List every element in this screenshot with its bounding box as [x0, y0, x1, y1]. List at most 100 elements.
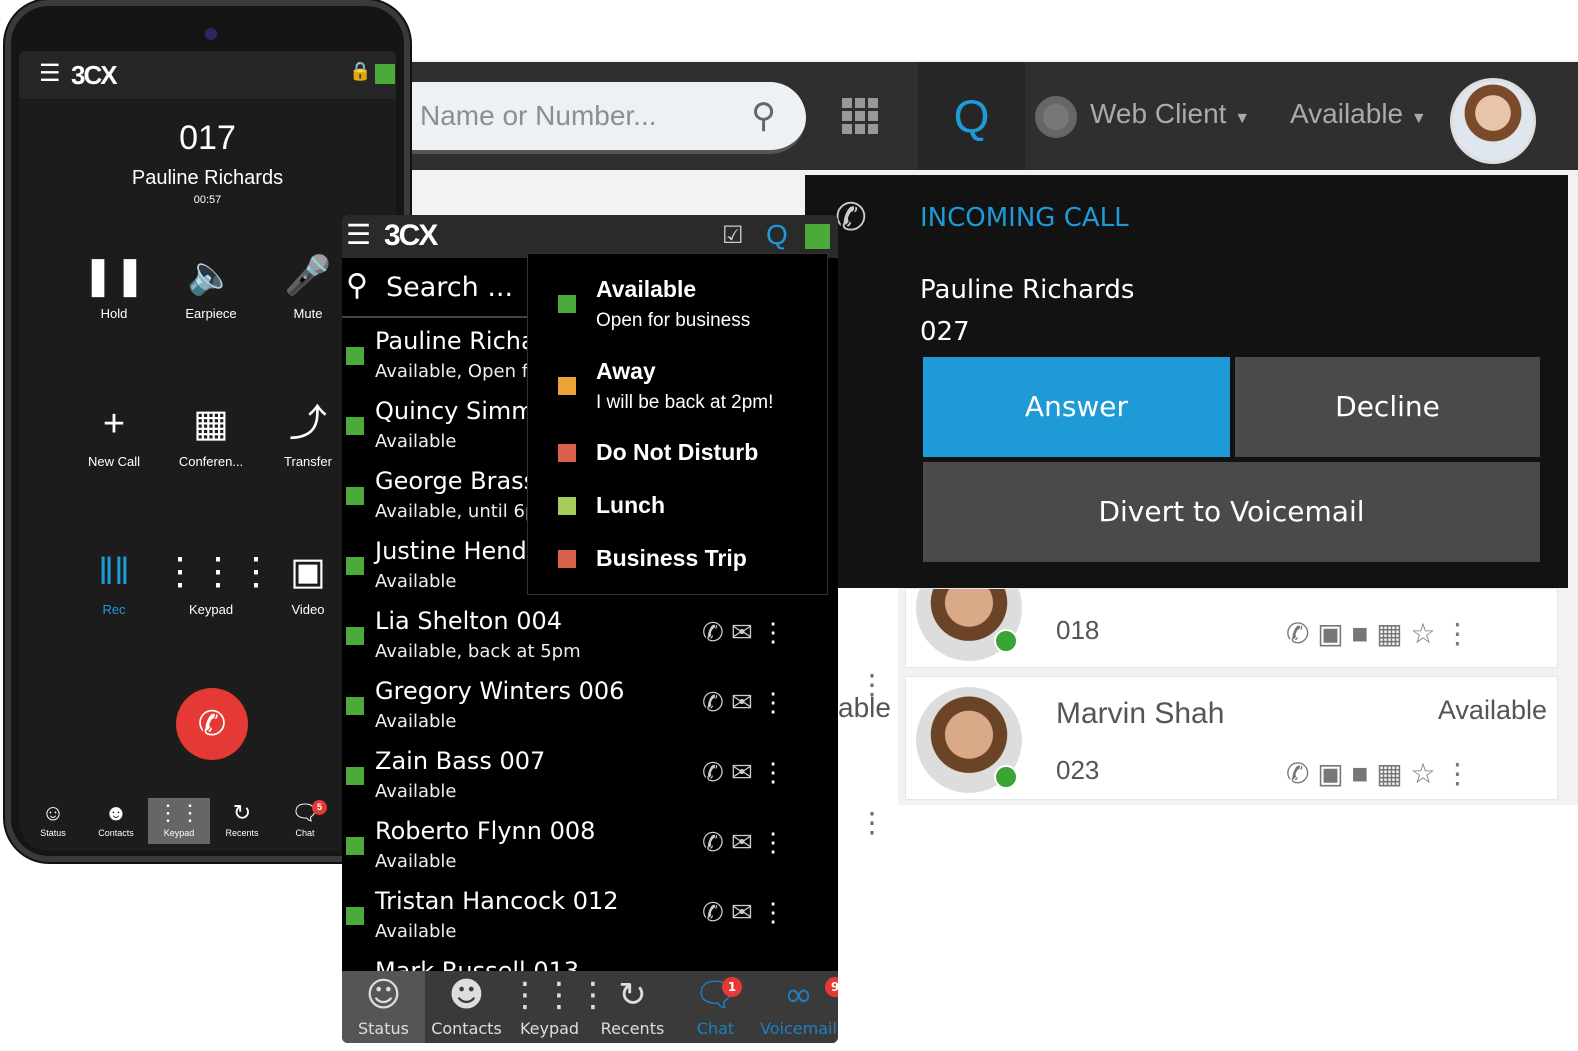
- contact-actions[interactable]: ✆ ▣ ■ ▦ ☆ ⋮: [1286, 617, 1471, 650]
- contact-row[interactable]: Lia Shelton 004 Available, back at 5pm ✆ ✉…: [342, 607, 838, 677]
- contact-status: Available: [375, 571, 457, 592]
- status-option-do-not-disturb[interactable]: Do Not Disturb: [528, 431, 828, 481]
- conference-icon: ▦: [193, 403, 229, 445]
- record-icon: ‖‖: [98, 551, 130, 593]
- status-color-swatch: [558, 377, 576, 395]
- incoming-call-title: INCOMING CALL: [920, 203, 1129, 233]
- contacts-icon: ☻: [448, 975, 485, 1015]
- presence-indicator: [346, 837, 364, 855]
- contact-row[interactable]: Gregory Winters 006 Available ✆ ✉ ⋮: [342, 677, 838, 747]
- status-color-swatch: [558, 550, 576, 568]
- chevron-down-icon: ▼: [1234, 110, 1251, 127]
- device-call-icon[interactable]: ☑: [722, 221, 744, 250]
- camera-icon: [205, 28, 217, 40]
- menu-icon[interactable]: ☰: [39, 59, 61, 88]
- hang-up-button[interactable]: ✆: [176, 688, 248, 760]
- nav-keypad[interactable]: ⋮⋮⋮ Keypad: [508, 971, 610, 1043]
- nav-contacts[interactable]: ☻ Contacts: [85, 798, 147, 844]
- search-icon[interactable]: ⚲: [751, 82, 776, 150]
- status-color-swatch: [558, 295, 576, 313]
- search-icon: ⚲: [346, 269, 368, 302]
- contact-card[interactable]: 018 ✆ ▣ ■ ▦ ☆ ⋮: [905, 588, 1558, 668]
- contact-actions[interactable]: ✆ ▣ ■ ▦ ☆ ⋮: [1286, 757, 1471, 790]
- decline-button[interactable]: Decline: [1235, 357, 1540, 457]
- contact-status: Available, until 6p: [375, 501, 537, 522]
- voicemail-icon: ∞: [784, 975, 813, 1015]
- presence-indicator: [346, 697, 364, 715]
- status-option-away[interactable]: Away I will be back at 2pm!: [528, 350, 828, 428]
- pause-icon: ❚❚: [82, 255, 146, 297]
- rec-button[interactable]: ‖‖ Rec: [64, 542, 164, 617]
- presence-indicator: [346, 417, 364, 435]
- contact-name: Pauline Richa: [375, 327, 536, 355]
- nav-voicemail[interactable]: ∞ Voicemail 9: [757, 971, 838, 1043]
- queue-button[interactable]: Q: [918, 62, 1025, 170]
- chrome-icon: [1035, 96, 1077, 138]
- star-icon: ☆: [1410, 618, 1436, 649]
- contacts-icon: ☻: [104, 800, 128, 825]
- keypad-icon: ⋮⋮: [157, 800, 201, 825]
- action-label: Keypad: [188, 602, 234, 617]
- search-input[interactable]: ⚲ Search ...: [342, 258, 527, 318]
- client-selector[interactable]: Web Client ▼: [1090, 98, 1250, 130]
- nav-contacts[interactable]: ☻ Contacts: [425, 971, 508, 1043]
- contact-name: Tristan Hancock 012: [375, 887, 619, 915]
- contact-row[interactable]: Zain Bass 007 Available ✆ ✉ ⋮: [342, 747, 838, 817]
- nav-chat[interactable]: 🗨 Chat 1: [674, 971, 757, 1043]
- call-name: Pauline Richards: [131, 167, 284, 189]
- status-option-business-trip[interactable]: Business Trip: [528, 537, 828, 587]
- contact-status: Available, Open fo: [375, 361, 540, 382]
- recents-icon: ↻: [232, 800, 252, 825]
- nav-recents[interactable]: ↻ Recents: [211, 798, 273, 844]
- incoming-call-panel: ✆ INCOMING CALL Pauline Richards 027 Ans…: [805, 175, 1568, 588]
- status-selector[interactable]: Available ▼: [1290, 98, 1427, 130]
- chat-icon: ■: [1351, 618, 1369, 649]
- contact-row[interactable]: Roberto Flynn 008 Available ✆ ✉ ⋮: [342, 817, 838, 887]
- presence-dot: [994, 629, 1018, 653]
- conferen--button[interactable]: ▦ Conferen...: [161, 394, 261, 469]
- search-placeholder: Name or Number...: [420, 100, 657, 131]
- action-label: Rec: [102, 602, 126, 617]
- user-avatar[interactable]: [1450, 78, 1536, 164]
- presence-indicator: [346, 767, 364, 785]
- more-icon: ⋮: [1443, 618, 1472, 649]
- search-input[interactable]: Name or Number... ⚲: [410, 82, 806, 154]
- action-label: Transfer: [284, 454, 332, 469]
- contact-row[interactable]: Tristan Hancock 012 Available ✆ ✉ ⋮: [342, 887, 838, 957]
- caller-name: Pauline Richards: [920, 275, 1135, 305]
- notification-badge: 1: [722, 977, 742, 997]
- earpiece-button[interactable]: 🔈 Earpiece: [161, 246, 261, 321]
- phone-app-bar: ☰ 3CX 🔒: [19, 51, 396, 99]
- nav-keypad[interactable]: ⋮⋮ Keypad: [148, 798, 210, 844]
- contact-status: Available: [1437, 695, 1547, 725]
- status-label: Available: [596, 276, 697, 302]
- keypad-button[interactable]: ⋮⋮⋮ Keypad: [161, 542, 275, 617]
- nav-status[interactable]: ☺ Status: [342, 971, 425, 1043]
- nav-recents[interactable]: ↻ Recents: [591, 971, 674, 1043]
- call-icon: ✆: [1286, 758, 1310, 789]
- status-option-lunch[interactable]: Lunch: [528, 484, 828, 534]
- presence-indicator[interactable]: [375, 64, 395, 84]
- presence-indicator: [346, 487, 364, 505]
- contact-card[interactable]: Marvin Shah 023 Available ✆ ▣ ■ ▦ ☆ ⋮: [905, 676, 1558, 800]
- contact-name: George Brassi: [375, 467, 543, 495]
- more-icon: ⋮: [760, 617, 787, 647]
- new-call-button[interactable]: + New Call: [64, 394, 164, 469]
- queue-button[interactable]: Q: [766, 219, 788, 251]
- status-icon: ☺: [41, 800, 65, 825]
- presence-indicator: [346, 347, 364, 365]
- chat-icon: 🗨: [291, 800, 319, 825]
- hold-button[interactable]: ❚❚ Hold: [64, 246, 164, 321]
- answer-button[interactable]: Answer: [923, 357, 1230, 457]
- nav-chat[interactable]: 🗨 Chat 5: [274, 798, 336, 844]
- video-icon: ▣: [1317, 758, 1344, 789]
- contact-status: Available, back at 5pm: [375, 641, 581, 662]
- apps-grid-icon[interactable]: [842, 98, 880, 134]
- presence-indicator[interactable]: [805, 224, 830, 249]
- nav-status[interactable]: ☺ Status: [22, 798, 84, 844]
- divert-to-voicemail-button[interactable]: Divert to Voicemail: [923, 462, 1540, 562]
- menu-icon[interactable]: ☰: [346, 218, 371, 251]
- status-option-available[interactable]: Available Open for business: [528, 268, 828, 346]
- chevron-down-icon: ▼: [1410, 110, 1427, 127]
- call-voicemail-icon: ✉: [731, 897, 753, 927]
